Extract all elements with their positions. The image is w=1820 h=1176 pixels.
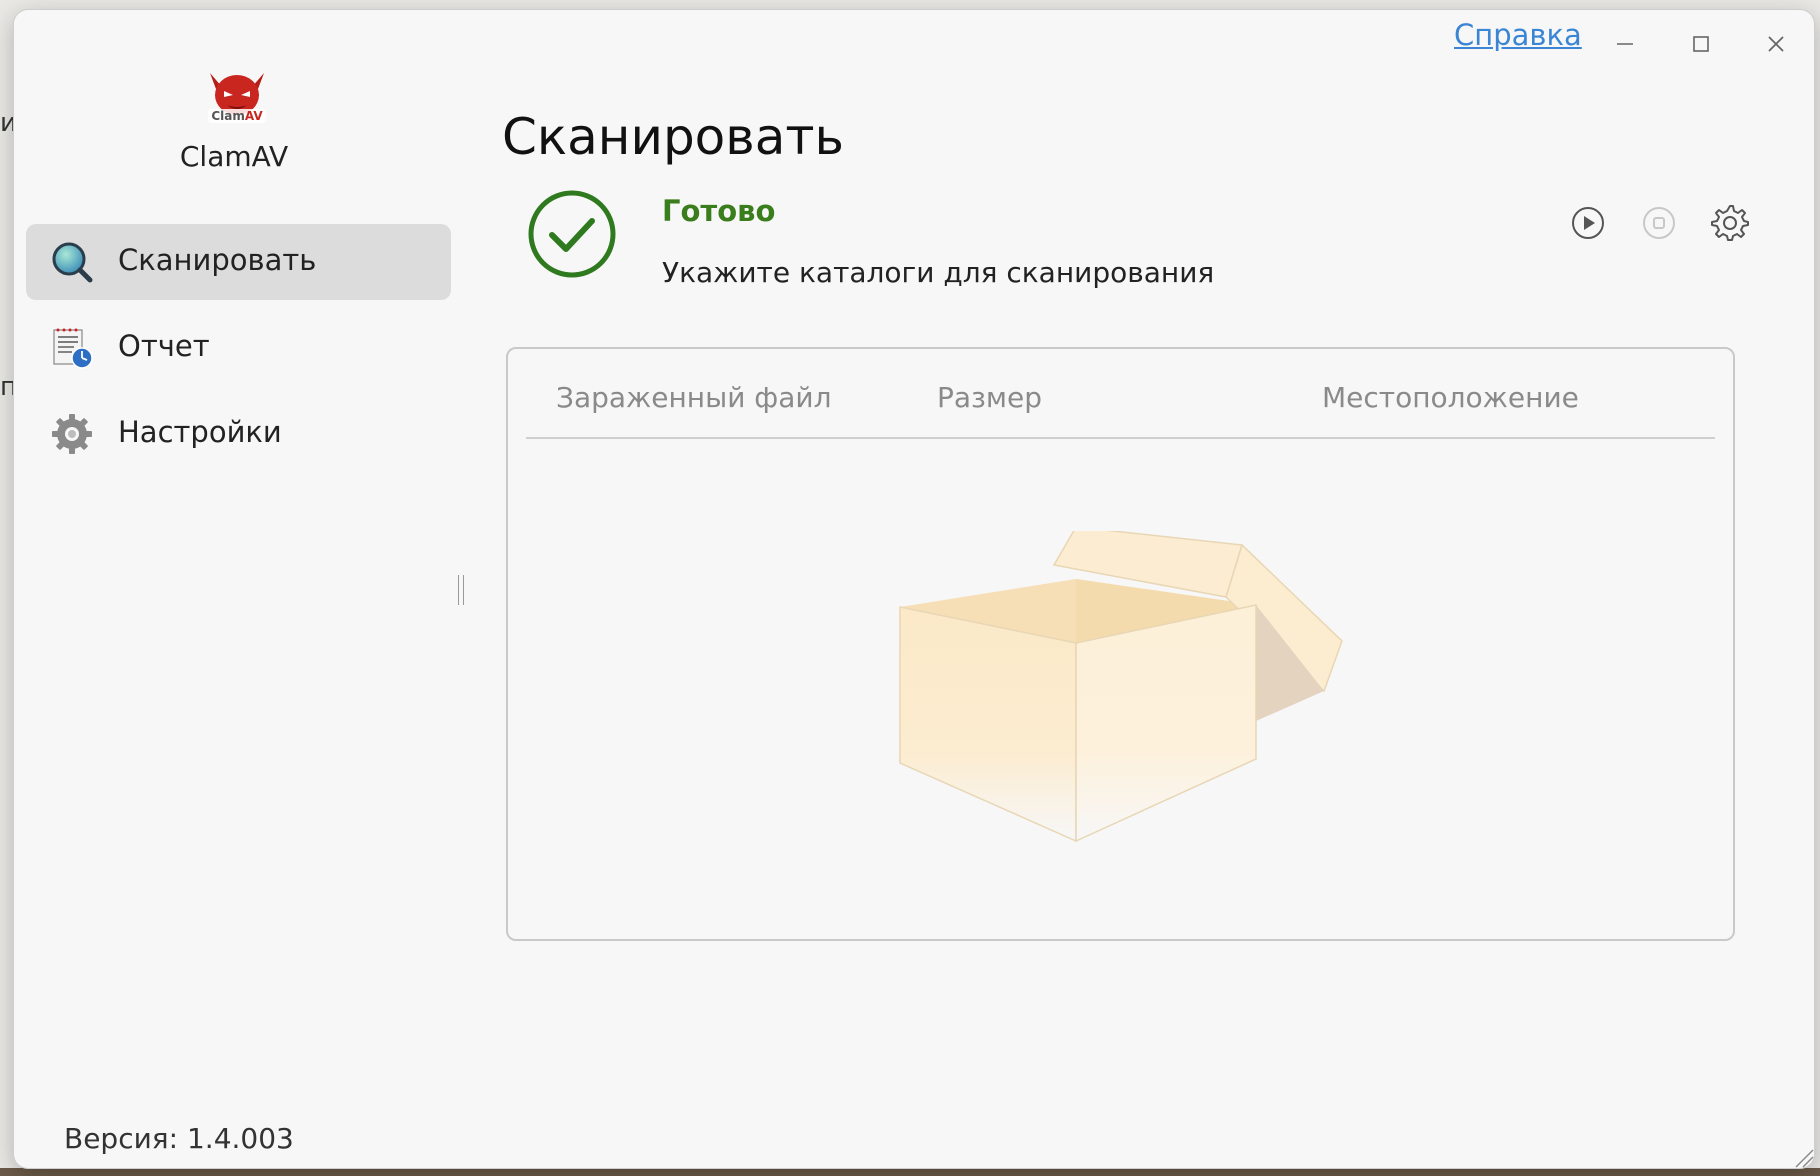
clamav-window: Справка ClamAV ClamAV Сканировать Отчет … [14, 10, 1814, 1168]
sidebar-item-label: Сканировать [118, 243, 317, 277]
clamav-logo: ClamAV [208, 73, 266, 123]
sidebar-item-label: Настройки [118, 415, 282, 449]
version-label: Версия: 1.4.003 [64, 1122, 294, 1155]
empty-box-icon [899, 531, 1343, 843]
resize-grip-icon[interactable] [1794, 1148, 1814, 1168]
gear-icon [1711, 205, 1749, 241]
start-scan-button[interactable] [1568, 203, 1608, 243]
sidebar-splitter-handle[interactable] [458, 575, 464, 605]
desktop-background [0, 1168, 1820, 1176]
svg-text:ClamAV: ClamAV [211, 109, 263, 123]
table-header-divider [526, 437, 1715, 439]
sidebar-item-settings[interactable]: Настройки [26, 396, 451, 472]
app-name: ClamAV [179, 140, 289, 173]
magnifier-icon [52, 242, 93, 283]
stop-scan-button[interactable] [1639, 203, 1679, 243]
gear-icon [52, 414, 92, 454]
status-text: Готово [662, 194, 776, 228]
help-link[interactable]: Справка [1454, 18, 1582, 52]
infected-files-table[interactable]: Зараженный файл Размер Местоположение [506, 347, 1735, 941]
maximize-icon [1693, 36, 1709, 52]
minimize-icon [1617, 43, 1633, 45]
minimize-button[interactable] [1607, 26, 1643, 62]
status-description: Укажите каталоги для сканирования [662, 256, 1215, 289]
maximize-button[interactable] [1683, 26, 1719, 62]
sidebar-item-report[interactable]: Отчет [26, 310, 451, 386]
page-title: Сканировать [502, 108, 844, 166]
column-header-location[interactable]: Местоположение [1322, 381, 1579, 414]
scan-settings-button[interactable] [1710, 203, 1750, 243]
close-icon [1768, 36, 1784, 52]
report-clock-icon [53, 328, 93, 369]
column-header-size[interactable]: Размер [937, 381, 1042, 414]
stop-icon [1643, 207, 1675, 239]
sidebar-item-label: Отчет [118, 329, 210, 363]
close-button[interactable] [1758, 26, 1794, 62]
play-icon [1572, 207, 1604, 239]
sidebar-item-scan[interactable]: Сканировать [26, 224, 451, 300]
check-circle-icon [528, 190, 616, 278]
column-header-infected-file[interactable]: Зараженный файл [556, 381, 832, 414]
